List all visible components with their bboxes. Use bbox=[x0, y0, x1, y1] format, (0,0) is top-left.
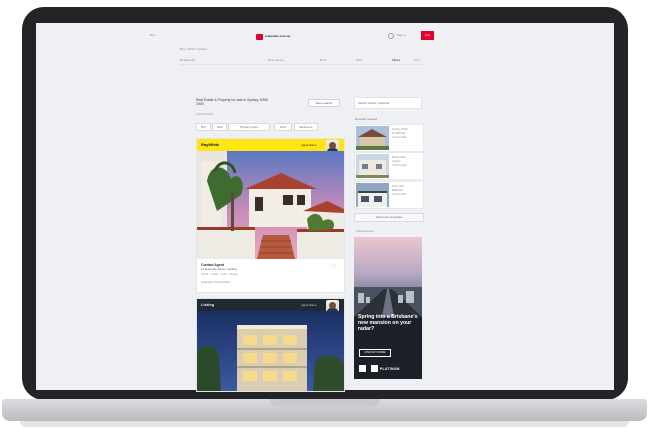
recent-item[interactable]: Bondi NSW Auction 2 bed 1 bath bbox=[354, 152, 424, 180]
nav-item-filters[interactable]: Filters bbox=[392, 58, 400, 62]
recent-item[interactable]: Sydney NSW $1,250,000 3 bed 2 bath bbox=[354, 124, 424, 152]
listing-card[interactable]: Listing Agent Name bbox=[196, 298, 345, 392]
heart-icon[interactable]: ♡ bbox=[331, 264, 337, 270]
listing-features: 4 bed · 3 bath · 2 car · House bbox=[201, 272, 238, 276]
listing-card[interactable]: RayWhite Agent Name Contact Agent 12 Exa… bbox=[196, 138, 345, 293]
sidebar-search-placeholder: Search suburb, postcode bbox=[358, 101, 390, 105]
recent-thumbnail bbox=[356, 154, 389, 178]
ad-logo-mark-icon bbox=[371, 365, 378, 372]
site-header: Buy realestate.com.au Sign in Join bbox=[150, 30, 434, 44]
recently-viewed-title: Recently viewed bbox=[355, 117, 377, 121]
save-search-button[interactable]: Save search bbox=[308, 99, 340, 107]
nav-item-new-homes[interactable]: New homes bbox=[268, 58, 284, 62]
laptop-shadow bbox=[20, 421, 629, 427]
ad-logo: PLATINUM bbox=[359, 365, 417, 373]
filter-chip-bedrooms[interactable]: Bedrooms bbox=[294, 123, 318, 131]
ad-logo-mark-icon bbox=[359, 365, 366, 372]
laptop-notch bbox=[270, 399, 380, 407]
nav-bar: Residential New homes Rent Sold Filters … bbox=[180, 56, 426, 65]
agent-name: Agent Name bbox=[301, 303, 317, 307]
agency-name: Listing bbox=[201, 302, 215, 307]
page-title: Real Estate & Property for sale in Sydne… bbox=[196, 98, 268, 106]
site-logo[interactable]: realestate.com.au bbox=[256, 33, 298, 41]
sidebar-search-input[interactable]: Search suburb, postcode bbox=[354, 97, 422, 109]
recent-item[interactable]: Surry Hills $980,000 2 bed 1 bath bbox=[354, 181, 424, 209]
recent-features: 2 bed 1 bath bbox=[392, 193, 407, 196]
nav-item-rent[interactable]: Rent bbox=[320, 58, 326, 62]
nav-item-sold[interactable]: Sold bbox=[356, 58, 362, 62]
recent-thumbnail bbox=[356, 183, 389, 207]
ad-cta-button[interactable]: FIND OUT MORE bbox=[359, 349, 391, 357]
ad-brand-name: PLATINUM bbox=[380, 367, 400, 371]
nav-item-sort[interactable]: Sort bbox=[414, 58, 420, 62]
inspection-time: Inspection Sat 10:00am bbox=[201, 280, 231, 284]
search-icon[interactable] bbox=[388, 33, 394, 39]
logo-mark-icon bbox=[256, 34, 263, 40]
region-menu[interactable]: Buy bbox=[150, 34, 180, 37]
agency-name: RayWhite bbox=[201, 142, 220, 147]
agent-name: Agent Name bbox=[301, 143, 317, 147]
sidebar-advertisement[interactable]: Spring into a Brisbane's new mansion on … bbox=[354, 237, 422, 379]
view-more-button[interactable]: View more properties bbox=[354, 213, 424, 222]
filter-bar: Buy Sold Property types Price Bedrooms bbox=[196, 123, 345, 131]
filter-chip-property-types[interactable]: Property types bbox=[228, 123, 270, 131]
agency-banner: RayWhite Agent Name bbox=[197, 139, 344, 154]
recent-features: 3 bed 2 bath bbox=[392, 136, 407, 139]
join-button[interactable]: Join bbox=[421, 31, 434, 40]
filter-chip-price[interactable]: Price bbox=[274, 123, 292, 131]
listing-address[interactable]: 12 Example Street, Sydney bbox=[201, 268, 237, 271]
agency-banner: Listing Agent Name bbox=[197, 299, 344, 314]
logo-text: realestate.com.au bbox=[265, 34, 291, 38]
results-count: 1,234 results bbox=[196, 113, 214, 116]
nav-item-residential[interactable]: Residential bbox=[180, 58, 195, 62]
recent-thumbnail bbox=[356, 126, 389, 150]
listing-photo[interactable] bbox=[197, 311, 344, 391]
listing-photo[interactable] bbox=[197, 151, 344, 259]
ad-headline: Spring into a Brisbane's new mansion on … bbox=[358, 314, 418, 332]
filter-chip-buy[interactable]: Buy bbox=[196, 123, 211, 131]
recent-features: 2 bed 1 bath bbox=[392, 164, 407, 167]
ad-label: Advertisement bbox=[356, 229, 374, 233]
ad-city-image bbox=[354, 287, 422, 317]
breadcrumb[interactable]: Buy / NSW / Sydney bbox=[180, 48, 240, 51]
signin-link[interactable]: Sign in bbox=[397, 34, 407, 37]
filter-chip-sold[interactable]: Sold bbox=[212, 123, 227, 131]
